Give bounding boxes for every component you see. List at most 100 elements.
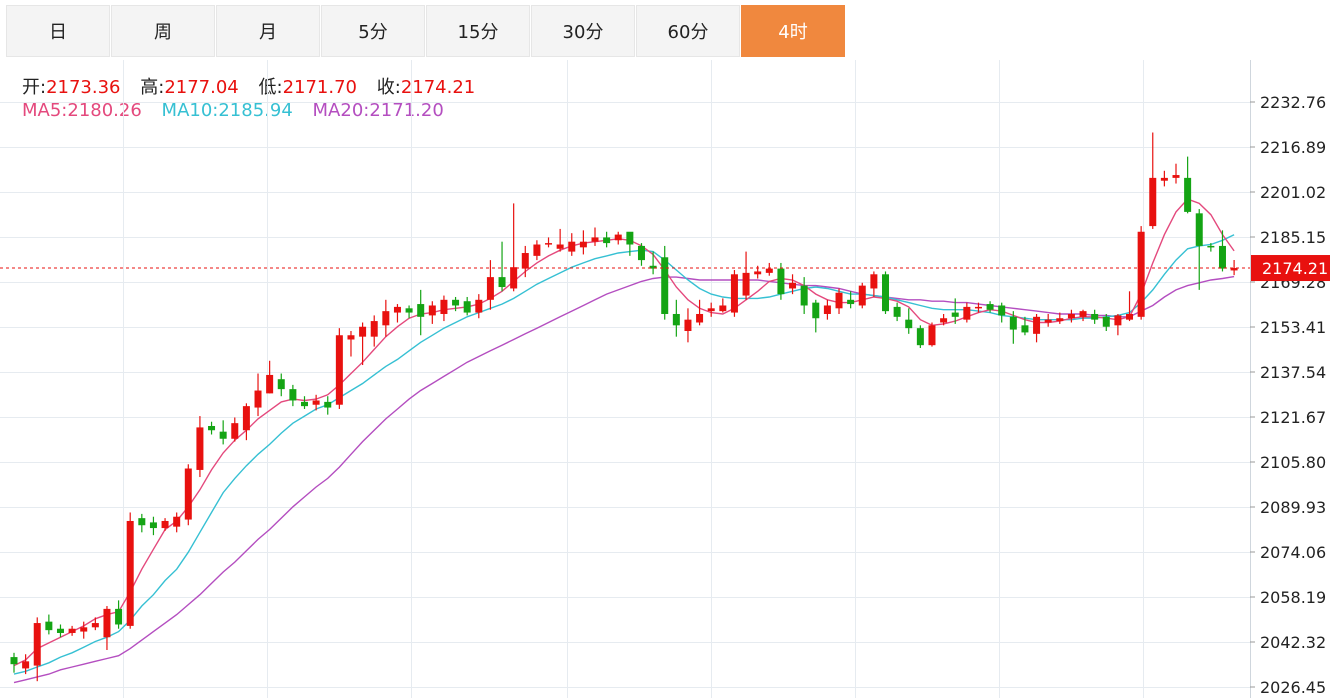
candle-body (324, 401, 332, 408)
candle-body (1207, 245, 1215, 248)
candle-body (22, 661, 30, 669)
candle-body (1172, 175, 1180, 178)
candle-body (440, 299, 448, 314)
y-tick-label: 2137.54 (1260, 363, 1326, 382)
candle-body (533, 244, 541, 256)
y-tick-label: 2105.80 (1260, 453, 1326, 472)
candle-body (789, 282, 797, 289)
candle-body (1160, 177, 1168, 181)
candle-body (1184, 177, 1192, 212)
candle-body (1218, 245, 1226, 269)
candle-body (1091, 313, 1099, 320)
candle-body (103, 608, 111, 638)
candle-body (417, 304, 425, 317)
candle-body (986, 304, 994, 310)
candle-body (800, 285, 808, 306)
candle-body (603, 237, 611, 244)
y-tick-label: 2074.06 (1260, 543, 1326, 562)
candle-body (777, 268, 785, 295)
candle-body (196, 427, 204, 470)
candle-body (1114, 315, 1122, 326)
candle-body (312, 400, 320, 405)
candle-body (382, 311, 390, 326)
candle-body (812, 302, 820, 319)
candle-body (1009, 316, 1017, 330)
candle-body (940, 318, 948, 323)
candle-body (998, 305, 1006, 316)
ma20-line (13, 275, 1235, 684)
y-tick-label: 2216.89 (1260, 138, 1326, 157)
candle-body (463, 301, 471, 313)
candle-body (835, 292, 843, 309)
candle-body (161, 520, 169, 529)
candle-body (68, 628, 76, 633)
candle-body (754, 271, 762, 275)
candle-body (10, 657, 18, 665)
y-tick-label: 2058.19 (1260, 588, 1326, 607)
candle-body (405, 308, 413, 313)
candle-body (33, 623, 41, 666)
candle-body (1079, 311, 1087, 317)
candle-body (428, 305, 436, 316)
candle-body (45, 621, 53, 631)
candle-body (545, 243, 553, 245)
candle-body (684, 319, 692, 331)
candle-body (742, 272, 750, 296)
candle-body (173, 516, 181, 527)
candle-body (951, 312, 959, 317)
candle-body (556, 244, 564, 249)
candle-body (359, 326, 367, 337)
y-tick-label: 2042.32 (1260, 633, 1326, 652)
candle-body (301, 401, 308, 407)
candle-body (661, 257, 669, 314)
candle-body (1102, 316, 1110, 327)
candle-body (184, 468, 192, 520)
y-tick-label: 2121.67 (1260, 408, 1326, 427)
candle-body (847, 299, 855, 305)
candle-body (393, 306, 401, 313)
candle-body (208, 425, 216, 431)
candle-body (974, 306, 982, 309)
y-tick-label: 2026.45 (1260, 678, 1326, 697)
candle-body (289, 389, 297, 401)
candle-body (277, 379, 285, 390)
candle-body (626, 231, 634, 245)
y-tick-label: 2185.15 (1260, 228, 1326, 247)
candle-body (510, 267, 518, 289)
candle-body (579, 241, 587, 248)
candle-body (1126, 313, 1134, 320)
candle-body (893, 306, 901, 317)
candle-body (521, 253, 529, 269)
candle-body (498, 277, 506, 288)
candle-body (882, 274, 889, 312)
candle-body (928, 325, 936, 346)
candle-body (730, 274, 738, 313)
candlestick-chart[interactable]: 2232.762216.892201.022185.152169.282153.… (0, 0, 1330, 698)
candle-body (370, 321, 378, 337)
candle-body (1033, 316, 1041, 334)
candle-body (219, 431, 227, 439)
candle-body (963, 306, 971, 320)
candle-body (115, 608, 123, 625)
candle-body (138, 518, 146, 526)
candle-body (475, 299, 483, 313)
candle-body (1149, 177, 1157, 227)
candle-body (1044, 319, 1052, 323)
candle-body (1137, 231, 1145, 317)
candle-body (80, 627, 88, 632)
candle-body (1056, 318, 1064, 322)
y-tick-label: 2153.41 (1260, 318, 1326, 337)
candle-body (719, 305, 727, 312)
candle-body (335, 335, 343, 405)
candle-body (266, 374, 274, 394)
candle-body (1067, 313, 1075, 319)
candle-body (823, 305, 831, 314)
candle-body (765, 268, 773, 273)
y-tick-label: 2232.76 (1260, 93, 1326, 112)
candle-body (568, 241, 576, 252)
candle-body (242, 406, 250, 431)
candle-body (126, 520, 134, 626)
y-tick-label: 2089.93 (1260, 498, 1326, 517)
candle-body (1195, 213, 1203, 246)
current-price-label: 2174.21 (1262, 259, 1328, 278)
